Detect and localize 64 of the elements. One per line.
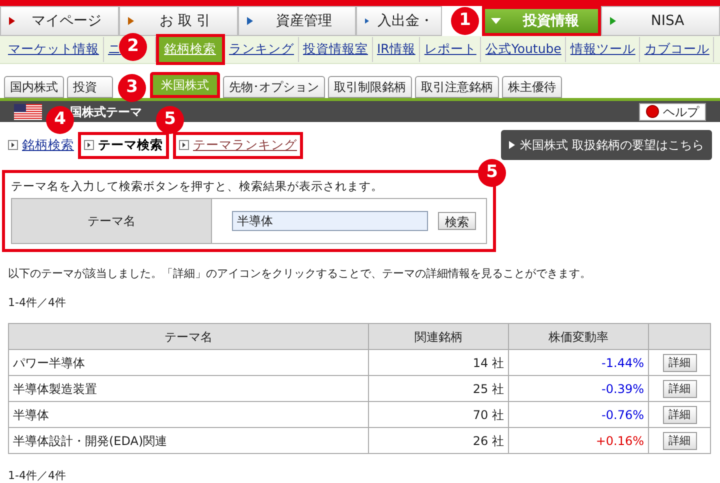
column-header: 関連銘柄 (368, 324, 508, 350)
category-tab[interactable]: 取引注意銘柄 (415, 76, 499, 98)
down-triangle-icon (491, 18, 502, 24)
sub-nav-link[interactable]: ランキング (225, 37, 299, 62)
triangle-icon (9, 17, 15, 25)
flag-icon (14, 104, 42, 120)
category-tab[interactable]: 投資 (67, 76, 113, 98)
detail-button[interactable]: 詳細 (662, 432, 696, 450)
search-button[interactable]: 検索 (438, 212, 476, 230)
result-message: 以下のテーマが該当しました。「詳細」のアイコンをクリックすることで、テーマの詳細情報を見ることができます。 (7, 266, 592, 282)
table-cell: +0.16% (508, 428, 648, 454)
step-marker: 3 (118, 74, 146, 102)
result-count: 1-4件／4件 (7, 468, 67, 483)
triangle-icon (246, 17, 253, 25)
triangle-icon (509, 141, 516, 149)
table-cell: パワー半導体 (8, 350, 368, 376)
help-button[interactable]: ヘルプ (639, 102, 706, 120)
category-tab[interactable]: 取引制限銘柄 (328, 76, 412, 98)
main-nav-tab[interactable]: お 取 引 (118, 6, 238, 36)
detail-button[interactable]: 詳細 (662, 380, 696, 398)
label-cell: テーマ名 (12, 199, 212, 244)
arrow-box-icon (179, 140, 189, 150)
sub-nav-link[interactable]: マーケット情報 (4, 37, 104, 62)
sub-nav-link[interactable]: 投資情報室 (299, 37, 373, 62)
table-cell: 26 社 (368, 428, 508, 454)
category-tab[interactable]: 株主優待 (502, 76, 562, 98)
sub-nav-link[interactable]: IR情報 (373, 37, 420, 62)
sub-nav-link[interactable]: カブコール (640, 37, 714, 62)
search-mode-link[interactable]: 銘柄検索 (8, 136, 74, 155)
result-count: 1-4件／4件 (7, 294, 67, 311)
detail-button[interactable]: 詳細 (662, 354, 696, 372)
column-header: テーマ名 (8, 324, 368, 350)
main-nav-tab[interactable]: マイページ (0, 6, 119, 36)
table-cell: -0.39% (508, 376, 648, 402)
category-tab[interactable]: 国内株式 (4, 76, 64, 98)
main-nav-tab[interactable]: NISA (601, 6, 720, 36)
search-mode-link[interactable]: テーマランキング (173, 132, 303, 159)
request-button[interactable]: 米国株式 取扱銘柄の要望はこちら (501, 130, 712, 160)
table-cell: -1.44% (508, 350, 648, 376)
table-cell: 半導体製造装置 (8, 376, 368, 402)
step-marker: 5 (478, 159, 506, 187)
instruction-text: テーマ名を入力して検索ボタンを押すと、検索結果が表示されます。 (11, 178, 384, 195)
triangle-icon (610, 17, 616, 25)
column-header: 株価変動率 (508, 324, 648, 350)
theme-input[interactable]: 半導体 (232, 211, 428, 232)
step-marker: 1 (451, 7, 479, 35)
search-mode-link[interactable]: テーマ検索 (78, 132, 169, 159)
arrow-box-icon (84, 140, 94, 150)
detail-button[interactable]: 詳細 (662, 406, 696, 424)
triangle-icon (365, 17, 370, 25)
sub-nav-link[interactable]: 情報ツール (566, 37, 640, 62)
table-cell: 70 社 (368, 402, 508, 428)
table-cell: -0.76% (508, 402, 648, 428)
arrow-box-icon (8, 140, 18, 150)
category-tab[interactable]: 先物･オプション (223, 76, 325, 98)
table-cell: 半導体 (8, 402, 368, 428)
table-cell: 14 社 (368, 350, 508, 376)
main-nav-tab[interactable]: 資産管理 (238, 6, 356, 36)
sub-nav-link[interactable]: 公式Youtube (481, 37, 566, 62)
table-cell: 25 社 (368, 376, 508, 402)
sub-nav-link[interactable]: レポート (420, 37, 482, 62)
main-nav-tab[interactable]: 入出金・ (356, 6, 442, 36)
triangle-icon (128, 17, 134, 25)
table-cell: 半導体設計・開発(EDA)関連 (8, 428, 368, 454)
